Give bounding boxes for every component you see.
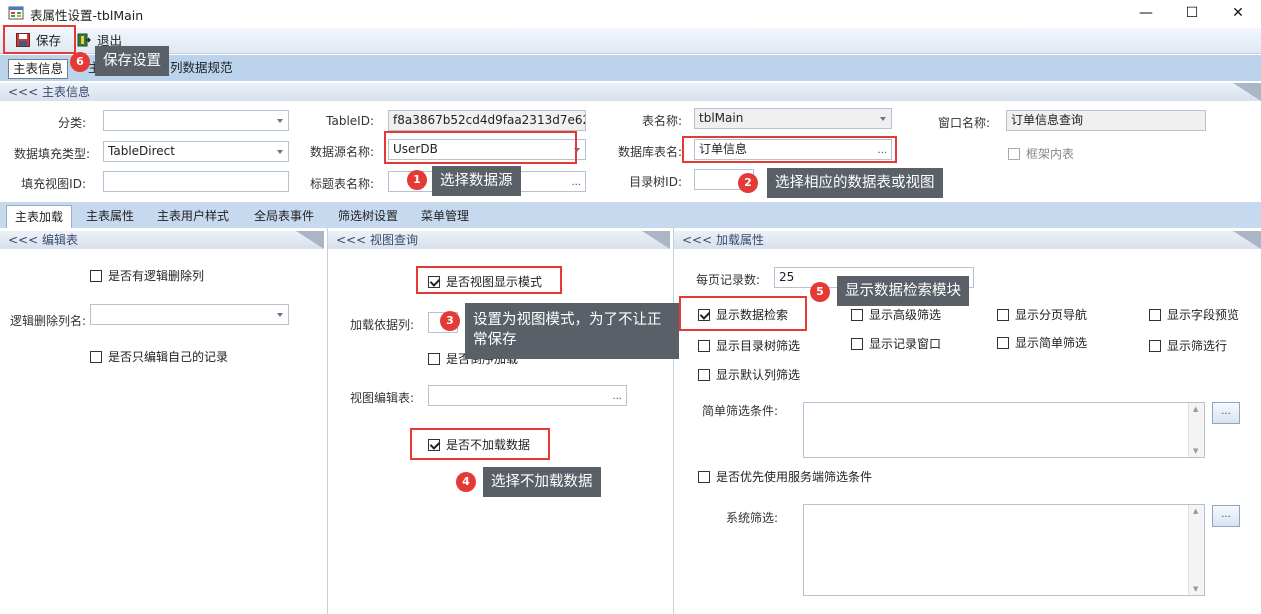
callout-5: 显示数据检索模块 xyxy=(837,276,969,306)
window-name-label: 窗口名称: xyxy=(937,116,990,130)
highlight-no-load xyxy=(410,428,550,460)
db-table-label: 数据库表名: xyxy=(617,145,682,159)
simple-cond-button[interactable]: ... xyxy=(1212,402,1240,424)
highlight-view-mode xyxy=(416,266,562,294)
panel-divider xyxy=(327,228,328,614)
fill-view-label: 填充视图ID: xyxy=(21,177,86,191)
chevron-down-icon xyxy=(277,150,283,154)
show-field-preview-checkbox[interactable]: 显示字段预览 xyxy=(1149,306,1239,323)
top-tab-strip: 主表信息 主表字段信息 列数据规范 xyxy=(0,55,1261,81)
callout-6: 保存设置 xyxy=(95,46,169,76)
step-badge-2: 2 xyxy=(738,173,758,193)
exit-door-icon xyxy=(77,33,91,47)
scrollbar[interactable] xyxy=(1188,505,1204,595)
fill-view-input[interactable] xyxy=(103,171,289,192)
show-record-window-checkbox[interactable]: 显示记录窗口 xyxy=(851,335,941,352)
logic-delete-col-select[interactable] xyxy=(90,304,289,325)
sub-tab-strip: 主表加载 主表属性 主表用户样式 全局表事件 筛选树设置 菜单管理 xyxy=(0,202,1261,228)
chevron-down-icon xyxy=(277,313,283,317)
tab-main-load[interactable]: 主表加载 xyxy=(6,205,73,228)
maximize-button[interactable]: ☐ xyxy=(1169,0,1215,26)
close-button[interactable]: ✕ xyxy=(1215,0,1261,26)
tab-filter-tree[interactable]: 筛选树设置 xyxy=(330,205,406,228)
server-filter-checkbox[interactable]: 是否优先使用服务端筛选条件 xyxy=(698,468,872,485)
ellipsis-icon: ... xyxy=(571,177,581,188)
load-props-header: <<< 加载属性 xyxy=(674,231,1261,249)
frame-inner-checkbox[interactable]: 框架内表 xyxy=(1008,145,1074,162)
simple-cond-textarea[interactable] xyxy=(803,402,1205,458)
minimize-button[interactable]: — xyxy=(1123,0,1169,26)
view-edit-label: 视图编辑表: xyxy=(349,391,414,405)
logic-delete-checkbox[interactable]: 是否有逻辑删除列 xyxy=(90,267,204,284)
tab-main-props[interactable]: 主表属性 xyxy=(78,205,142,228)
dir-tree-label: 目录树ID: xyxy=(629,175,682,189)
show-pager-checkbox[interactable]: 显示分页导航 xyxy=(997,306,1087,323)
tab-global-events[interactable]: 全局表事件 xyxy=(246,205,322,228)
title-table-label: 标题表名称: xyxy=(309,177,374,191)
datasource-label: 数据源名称: xyxy=(309,145,374,159)
highlight-show-search xyxy=(679,296,807,331)
view-edit-input[interactable]: ... xyxy=(428,385,627,406)
logic-delete-col-label: 逻辑删除列名: xyxy=(9,314,86,328)
tab-column-spec[interactable]: 列数据规范 xyxy=(166,59,237,79)
highlight-datasource xyxy=(384,131,577,164)
view-query-header: <<< 视图查询 xyxy=(328,231,670,249)
tab-menu-mgmt[interactable]: 菜单管理 xyxy=(413,205,477,228)
highlight-save xyxy=(3,25,76,54)
step-badge-1: 1 xyxy=(407,170,427,190)
own-records-checkbox[interactable]: 是否只编辑自己的记录 xyxy=(90,348,228,365)
chevron-down-icon xyxy=(880,117,886,121)
title-bar: 表属性设置-tblMain — ☐ ✕ xyxy=(0,0,1261,26)
panel-divider xyxy=(673,228,674,614)
highlight-db-table xyxy=(682,136,897,163)
show-tree-filter-checkbox[interactable]: 显示目录树筛选 xyxy=(698,337,800,354)
step-badge-6: 6 xyxy=(70,52,90,72)
tab-main-info[interactable]: 主表信息 xyxy=(8,59,69,79)
page-size-label: 每页记录数: xyxy=(695,273,760,287)
tableid-input[interactable]: f8a3867b52cd4d9faa2313d7e62cl xyxy=(388,110,586,131)
system-filter-textarea[interactable] xyxy=(803,504,1205,596)
tab-user-style[interactable]: 主表用户样式 xyxy=(149,205,237,228)
main-info-header: <<< 主表信息 xyxy=(0,83,1261,101)
show-adv-filter-checkbox[interactable]: 显示高级筛选 xyxy=(851,306,941,323)
edit-table-header: <<< 编辑表 xyxy=(0,231,324,249)
step-badge-4: 4 xyxy=(456,472,476,492)
step-badge-3: 3 xyxy=(440,311,460,331)
simple-cond-label: 简单筛选条件: xyxy=(701,404,778,418)
category-label: 分类: xyxy=(57,116,86,130)
step-badge-5: 5 xyxy=(810,282,830,302)
tableid-label: TableID: xyxy=(326,114,374,128)
show-default-col-filter-checkbox[interactable]: 显示默认列筛选 xyxy=(698,366,800,383)
system-filter-button[interactable]: ... xyxy=(1212,505,1240,527)
callout-1: 选择数据源 xyxy=(432,166,521,196)
table-name-label: 表名称: xyxy=(641,114,682,128)
fill-type-label: 数据填充类型: xyxy=(13,147,90,161)
category-select[interactable] xyxy=(103,110,289,131)
callout-3: 设置为视图模式，为了不让正常保存 xyxy=(465,303,679,359)
toolbar: 保存 退出 xyxy=(0,28,1261,54)
app-icon xyxy=(8,6,24,20)
show-filter-row-checkbox[interactable]: 显示筛选行 xyxy=(1149,337,1227,354)
callout-4: 选择不加载数据 xyxy=(483,467,601,497)
window-title: 表属性设置-tblMain xyxy=(30,8,144,23)
fill-type-select[interactable]: TableDirect xyxy=(103,141,289,162)
ellipsis-icon: ... xyxy=(612,391,622,402)
callout-2: 选择相应的数据表或视图 xyxy=(767,168,943,198)
table-name-select[interactable]: tblMain xyxy=(694,108,892,129)
chevron-down-icon xyxy=(277,119,283,123)
show-simple-filter-checkbox[interactable]: 显示简单筛选 xyxy=(997,334,1087,351)
scrollbar[interactable] xyxy=(1188,403,1204,457)
system-filter-label: 系统筛选: xyxy=(725,511,778,525)
load-col-label: 加载依据列: xyxy=(349,318,414,332)
window-name-input[interactable]: 订单信息查询 xyxy=(1006,110,1206,131)
